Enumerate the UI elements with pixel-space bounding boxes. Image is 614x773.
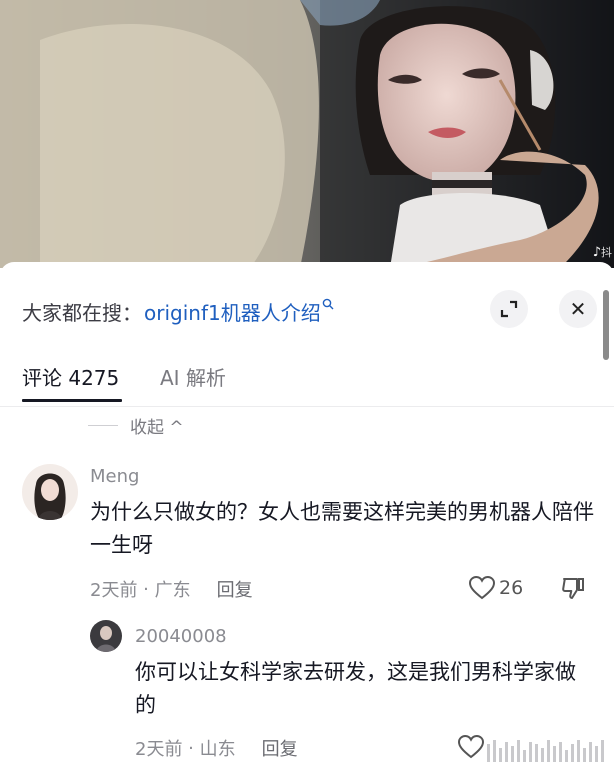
collapse-label: 收起 ^ xyxy=(130,418,184,438)
comment-meta: 2天前 · 广东 回复 xyxy=(90,576,253,602)
heart-icon xyxy=(469,576,495,600)
tab-ai-analysis[interactable]: AI 解析 xyxy=(160,362,226,391)
expand-button[interactable] xyxy=(490,290,528,328)
reply-button[interactable]: 回复 xyxy=(262,735,298,761)
comment-username[interactable]: Meng xyxy=(90,466,139,487)
close-button[interactable]: ✕ xyxy=(559,290,597,328)
search-icon xyxy=(322,298,334,313)
search-suggestion-query[interactable]: originf1机器人介绍 xyxy=(144,297,321,326)
avatar[interactable] xyxy=(22,464,78,520)
video-frame xyxy=(0,0,614,268)
meta-separator: · xyxy=(137,578,155,600)
search-suggestion[interactable]: 大家都在搜： originf1机器人介绍 xyxy=(22,296,334,326)
video-player[interactable]: ♪抖 xyxy=(0,0,614,268)
comment-text: 为什么只做女的？女人也需要这样完美的男机器人陪伴一生呀 xyxy=(90,500,594,557)
reply-button[interactable]: 回复 xyxy=(217,576,253,602)
tiktok-logo-icon: ♪抖 xyxy=(592,245,612,260)
like-count: 26 xyxy=(499,577,524,599)
comment-location: 广东 xyxy=(154,580,191,601)
comment-time: 2天前 xyxy=(90,580,138,601)
comment-time: 2天前 xyxy=(135,739,183,760)
watermark-bars xyxy=(487,740,604,762)
comment-text: 你可以让女科学家去研发，这是我们男科学家做的 xyxy=(135,660,576,717)
expand-icon xyxy=(500,300,518,318)
tab-divider xyxy=(0,406,614,407)
comment-meta: 2天前 · 山东 回复 xyxy=(135,735,298,761)
dislike-button[interactable] xyxy=(561,576,585,604)
search-suggestion-prefix: 大家都在搜： xyxy=(22,300,142,325)
comment-username[interactable]: 20040008 xyxy=(135,626,227,647)
active-tab-indicator xyxy=(22,399,122,402)
comment-location: 山东 xyxy=(199,739,236,760)
like-button[interactable]: 26 xyxy=(469,576,523,600)
tab-comments[interactable]: 评论 4275 xyxy=(22,362,119,391)
like-button[interactable] xyxy=(457,734,485,763)
scrollbar[interactable] xyxy=(603,290,609,360)
avatar[interactable] xyxy=(90,620,122,652)
meta-separator: · xyxy=(182,737,200,759)
collapse-divider xyxy=(88,425,118,426)
heart-icon xyxy=(457,734,485,759)
thumbs-down-icon xyxy=(562,578,584,599)
close-icon: ✕ xyxy=(569,297,587,321)
collapse-button[interactable]: 收起 ^ xyxy=(88,413,184,438)
